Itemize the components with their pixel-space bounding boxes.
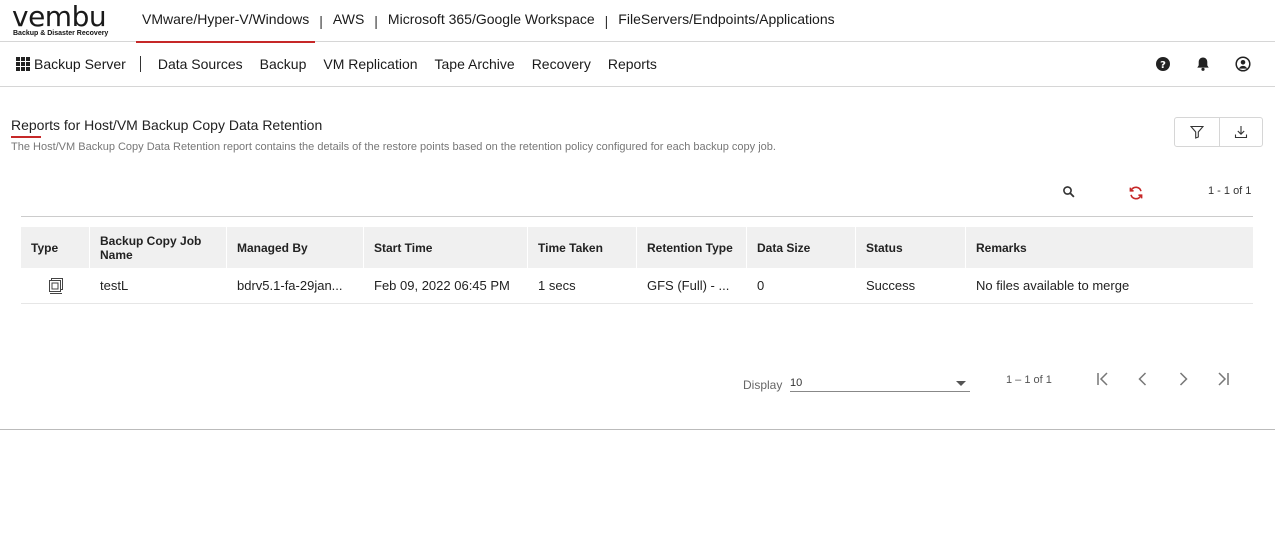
main-nav: Backup Server Data Sources Backup VM Rep… [0, 42, 1275, 87]
backup-server-menu[interactable]: Backup Server [34, 56, 126, 72]
first-page-icon [1097, 372, 1108, 386]
job-name-cell: testL [100, 278, 129, 293]
separator: | [604, 13, 609, 29]
last-page-button[interactable] [1213, 369, 1233, 389]
pagination-count: 1 – 1 of 1 [1006, 374, 1052, 386]
table-header: Type Backup Copy Job Name Managed By Sta… [21, 227, 1253, 268]
report-actions [1174, 117, 1263, 147]
page-size-value: 10 [790, 377, 803, 389]
last-page-icon [1218, 372, 1229, 386]
logo-tagline: Backup & Disaster Recovery [13, 30, 109, 37]
remarks-cell: No files available to merge [976, 278, 1130, 293]
nav-divider [139, 56, 141, 72]
product-tab-aws[interactable]: AWS [327, 0, 370, 42]
column-header-data-size[interactable]: Data Size [747, 227, 856, 268]
chevron-left-icon [1138, 372, 1147, 386]
data-size-cell: 0 [757, 278, 765, 293]
filter-button[interactable] [1175, 118, 1219, 146]
content-bottom-border [0, 429, 1275, 430]
column-header-time-taken[interactable]: Time Taken [528, 227, 637, 268]
vembu-logo[interactable]: vembu Backup & Disaster Recovery [12, 3, 122, 39]
search-icon[interactable] [1062, 185, 1076, 199]
chevron-down-icon [956, 381, 966, 386]
status-cell: Success [866, 278, 916, 293]
separator: | [319, 13, 323, 29]
separator: | [374, 13, 378, 29]
page-description: The Host/VM Backup Copy Data Retention r… [11, 141, 776, 153]
type-cell [21, 268, 90, 303]
first-page-button[interactable] [1093, 369, 1113, 389]
apps-grid-icon[interactable] [16, 57, 30, 71]
pagination-controls [1093, 369, 1233, 389]
column-header-start-time[interactable]: Start Time [364, 227, 528, 268]
table-row[interactable]: testL bdrv5.1-fa-29jan... Feb 09, 2022 0… [21, 268, 1253, 304]
product-tabs: VMware/Hyper-V/Windows | AWS | Microsoft… [136, 0, 841, 43]
next-page-button[interactable] [1173, 369, 1193, 389]
page-size-select[interactable]: 10 [790, 376, 970, 392]
logo-word: vembu [12, 0, 107, 33]
start-time-cell: Feb 09, 2022 06:45 PM [374, 278, 510, 293]
report-table: Type Backup Copy Job Name Managed By Sta… [21, 227, 1253, 304]
user-account-icon[interactable] [1235, 56, 1251, 72]
refresh-icon[interactable] [1128, 185, 1144, 201]
product-tab-vmware[interactable]: VMware/Hyper-V/Windows [136, 0, 316, 43]
bell-icon[interactable] [1195, 56, 1211, 72]
nav-backup[interactable]: Backup [260, 56, 307, 72]
vm-copy-icon [48, 277, 63, 294]
title-underline [11, 136, 41, 138]
column-header-status[interactable]: Status [856, 227, 966, 268]
download-icon [1234, 126, 1247, 139]
help-icon[interactable]: ? [1155, 56, 1171, 72]
time-taken-cell: 1 secs [538, 278, 576, 293]
filter-icon [1189, 125, 1204, 139]
prev-page-button[interactable] [1133, 369, 1153, 389]
nav-vm-replication[interactable]: VM Replication [323, 56, 417, 72]
nav-data-sources[interactable]: Data Sources [158, 56, 243, 72]
column-header-retention-type[interactable]: Retention Type [637, 227, 747, 268]
nav-recovery[interactable]: Recovery [532, 56, 591, 72]
nav-reports[interactable]: Reports [608, 56, 657, 72]
product-tab-m365[interactable]: Microsoft 365/Google Workspace [382, 0, 601, 42]
top-header: vembu Backup & Disaster Recovery VMware/… [0, 0, 1275, 43]
column-header-managed-by[interactable]: Managed By [227, 227, 364, 268]
column-header-remarks[interactable]: Remarks [966, 227, 1253, 268]
nav-tape-archive[interactable]: Tape Archive [435, 56, 515, 72]
svg-text:?: ? [1160, 60, 1166, 71]
column-header-type[interactable]: Type [21, 227, 90, 268]
column-header-job-name[interactable]: Backup Copy Job Name [90, 227, 227, 268]
page-title: Reports for Host/VM Backup Copy Data Ret… [11, 117, 323, 133]
product-tab-fileservers[interactable]: FileServers/Endpoints/Applications [612, 0, 840, 42]
display-label: Display [743, 378, 783, 392]
download-button[interactable] [1218, 118, 1263, 146]
divider [21, 216, 1253, 217]
retention-type-cell: GFS (Full) - ... [647, 278, 730, 293]
managed-by-cell: bdrv5.1-fa-29jan... [237, 278, 343, 293]
record-count: 1 - 1 of 1 [1208, 185, 1252, 197]
chevron-right-icon [1179, 372, 1188, 386]
